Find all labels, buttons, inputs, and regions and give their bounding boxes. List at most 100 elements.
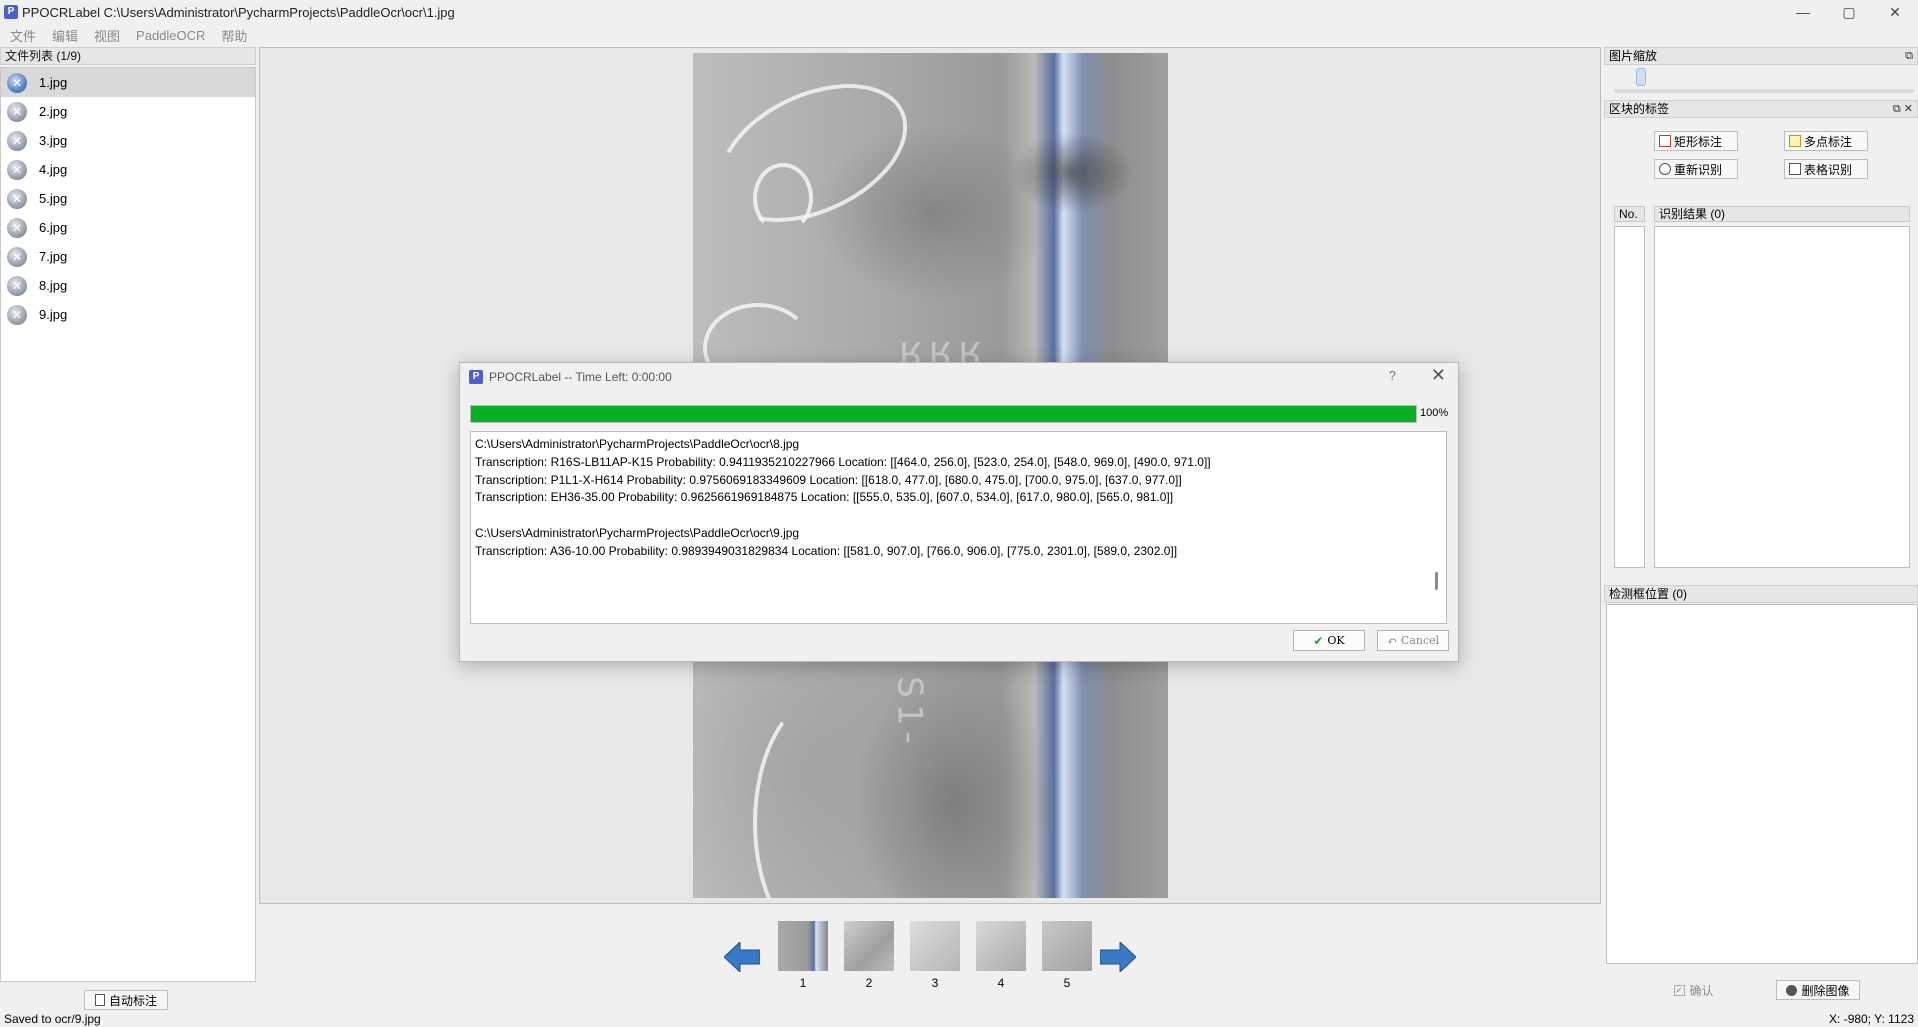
checkbox-icon: ✓ <box>1674 984 1686 996</box>
file-item[interactable]: ✕ 1.jpg <box>1 68 255 97</box>
file-item[interactable]: ✕ 8.jpg <box>1 271 255 300</box>
menu-help[interactable]: 帮助 <box>213 26 255 45</box>
file-item[interactable]: ✕ 5.jpg <box>1 184 255 213</box>
file-item[interactable]: ✕ 3.jpg <box>1 126 255 155</box>
detbox-dock-label: 检测框位置 (0) <box>1609 587 1688 601</box>
file-name: 5.jpg <box>39 191 68 206</box>
zoom-slider-track[interactable] <box>1614 89 1914 93</box>
file-name: 2.jpg <box>39 104 68 119</box>
chalk-mark <box>753 163 813 233</box>
file-list-title: 文件列表 (1/9) <box>0 47 256 65</box>
thumbnail-label: 2 <box>865 976 873 990</box>
prev-arrow-icon[interactable] <box>724 942 760 972</box>
result-text-list[interactable] <box>1654 226 1910 568</box>
file-item[interactable]: ✕ 4.jpg <box>1 155 255 184</box>
ocr-log[interactable]: C:\Users\Administrator\PycharmProjects\P… <box>470 431 1447 624</box>
rectangle-icon <box>1659 135 1671 147</box>
thumbnail-label: 1 <box>799 976 807 990</box>
file-name: 8.jpg <box>39 278 68 293</box>
ok-label: OK <box>1327 634 1345 647</box>
menu-view[interactable]: 视图 <box>86 26 128 45</box>
undock-close-icons[interactable]: ⧉ ✕ <box>1893 101 1913 117</box>
file-name: 4.jpg <box>39 162 68 177</box>
app-icon: P <box>469 370 483 384</box>
note-icon <box>1789 135 1801 147</box>
document-icon <box>94 994 105 1006</box>
log-scrollbar[interactable] <box>1435 572 1438 590</box>
progress-percent: 100% <box>1420 407 1449 419</box>
chalk-text-mark: S1- <box>889 676 930 750</box>
menu-bar: 文件 编辑 视图 PaddleOCR 帮助 <box>0 24 1918 46</box>
status-x-icon: ✕ <box>7 101 27 122</box>
delete-image-button[interactable]: 删除图像 <box>1776 980 1860 1000</box>
thumbnail-label: 5 <box>1063 976 1071 990</box>
file-name: 1.jpg <box>39 75 68 90</box>
ok-button[interactable]: ✔ OK <box>1293 630 1365 651</box>
undo-icon: ↶ <box>1386 633 1397 648</box>
confirm-button[interactable]: ✓ 确认 <box>1664 980 1724 1000</box>
cursor-coordinates: X: -980; Y: 1123 <box>1829 1012 1914 1026</box>
app-icon: P <box>4 5 18 19</box>
menu-edit[interactable]: 编辑 <box>44 26 86 45</box>
thumbnail[interactable] <box>778 921 828 971</box>
window-title: PPOCRLabel C:\Users\Administrator\Pychar… <box>22 4 455 20</box>
dialog-title-bar: P PPOCRLabel -- Time Left: 0:00:00 <box>460 363 1458 391</box>
log-line: Transcription: R16S-LB11AP-K15 Probabili… <box>475 454 1211 469</box>
thumbnail-label: 3 <box>931 976 939 990</box>
rect-label-button[interactable]: 矩形标注 <box>1654 131 1738 151</box>
detbox-list[interactable] <box>1606 604 1918 964</box>
status-x-icon: ✕ <box>7 275 27 296</box>
close-icon[interactable]: ✕ <box>1431 365 1446 386</box>
cancel-button[interactable]: ↶ Cancel <box>1377 630 1449 651</box>
status-x-icon: ✕ <box>7 72 27 93</box>
file-item[interactable]: ✕ 2.jpg <box>1 97 255 126</box>
table-icon <box>1789 163 1801 175</box>
result-header-no: No. <box>1614 206 1645 222</box>
title-bar: P PPOCRLabel C:\Users\Administrator\Pych… <box>0 0 1918 24</box>
file-item[interactable]: ✕ 7.jpg <box>1 242 255 271</box>
file-name: 7.jpg <box>39 249 68 264</box>
maximize-button[interactable]: ▢ <box>1826 0 1872 24</box>
file-item[interactable]: ✕ 9.jpg <box>1 300 255 329</box>
zoom-slider-handle[interactable] <box>1636 68 1646 86</box>
file-item[interactable]: ✕ 6.jpg <box>1 213 255 242</box>
menu-paddleocr[interactable]: PaddleOCR <box>128 28 213 43</box>
result-header-text: 识别结果 (0) <box>1654 206 1910 222</box>
undock-icon[interactable]: ⧉ <box>1905 48 1913 64</box>
log-line: Transcription: A36-10.00 Probability: 0.… <box>475 543 1178 558</box>
menu-file[interactable]: 文件 <box>2 26 44 45</box>
status-x-icon: ✕ <box>7 159 27 180</box>
labels-dock-label: 区块的标签 <box>1609 102 1670 116</box>
reocr-button[interactable]: 重新识别 <box>1654 159 1738 179</box>
progress-dialog: P PPOCRLabel -- Time Left: 0:00:00 ? ✕ 1… <box>459 362 1459 662</box>
log-line: C:\Users\Administrator\PycharmProjects\P… <box>475 525 800 540</box>
thumbnail[interactable] <box>844 921 894 971</box>
file-list[interactable]: ✕ 1.jpg ✕ 2.jpg ✕ 3.jpg ✕ 4.jpg ✕ 5.jpg ✕ 6.jp… <box>0 67 256 982</box>
rect-label-text: 矩形标注 <box>1674 134 1723 149</box>
log-line: C:\Users\Administrator\PycharmProjects\P… <box>475 437 800 451</box>
poly-label-button[interactable]: 多点标注 <box>1784 131 1868 151</box>
reocr-text: 重新识别 <box>1674 162 1723 177</box>
thumbnail[interactable] <box>910 921 960 971</box>
auto-label-button[interactable]: 自动标注 <box>84 990 168 1010</box>
poly-label-text: 多点标注 <box>1804 134 1853 149</box>
status-x-icon: ✕ <box>7 217 27 238</box>
status-x-icon: ✕ <box>7 188 27 209</box>
thumbnail[interactable] <box>976 921 1026 971</box>
thumbnail-label: 4 <box>997 976 1005 990</box>
result-no-column[interactable] <box>1614 226 1645 568</box>
minimize-button[interactable]: — <box>1780 0 1826 24</box>
close-window-button[interactable]: ✕ <box>1872 0 1918 24</box>
dialog-title: PPOCRLabel -- Time Left: 0:00:00 <box>489 370 672 384</box>
right-dock: 图片缩放 ⧉ <box>1604 47 1918 65</box>
help-icon[interactable]: ? <box>1389 368 1396 383</box>
delete-icon <box>1786 984 1798 996</box>
window-controls: — ▢ ✕ <box>1780 0 1918 24</box>
thumbnail-strip: 1 2 3 4 5 <box>720 918 1140 990</box>
zoom-dock-label: 图片缩放 <box>1609 49 1658 63</box>
log-line: Transcription: P1L1-X-H614 Probability: … <box>475 472 1182 487</box>
next-arrow-icon[interactable] <box>1100 942 1136 972</box>
thumbnail[interactable] <box>1042 921 1092 971</box>
table-ocr-button[interactable]: 表格识别 <box>1784 159 1868 179</box>
